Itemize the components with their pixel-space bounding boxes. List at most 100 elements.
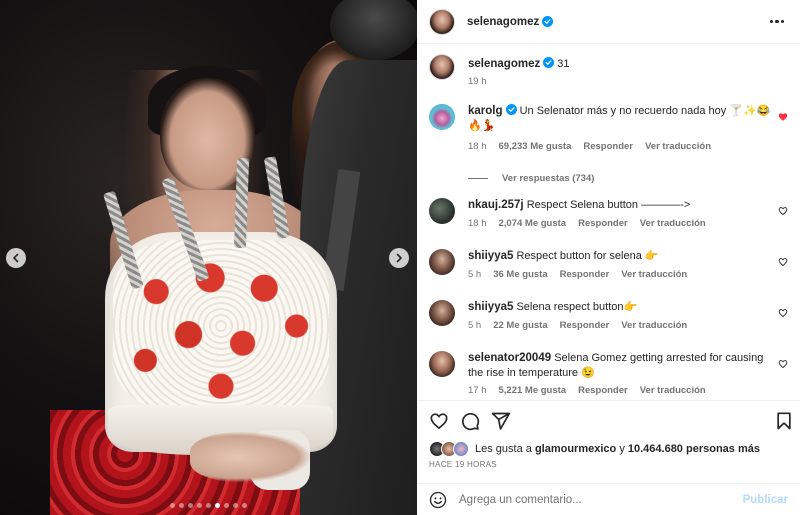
avatar[interactable] bbox=[429, 249, 455, 275]
carousel-dot bbox=[224, 503, 229, 508]
comment-body: selenator20049 Selena Gomez getting arre… bbox=[468, 351, 772, 380]
caption-username[interactable]: selenagomez bbox=[468, 58, 540, 70]
comment-input[interactable] bbox=[459, 493, 743, 506]
comment-body: karolg Un Selenator más y no recuerdo na… bbox=[468, 104, 772, 133]
caption-time: 19 h bbox=[468, 76, 487, 87]
emoji-icon[interactable] bbox=[429, 491, 447, 509]
translate-button[interactable]: Ver traducción bbox=[640, 218, 706, 229]
more-options-button[interactable] bbox=[766, 16, 789, 28]
comment-username[interactable]: nkauj.257j bbox=[468, 199, 524, 211]
verified-badge-icon bbox=[542, 16, 554, 27]
hand bbox=[190, 432, 310, 482]
reply-button[interactable]: Responder bbox=[560, 320, 610, 331]
chevron-right-icon bbox=[396, 253, 402, 263]
heart-outline-icon[interactable] bbox=[778, 359, 788, 369]
liker-avatars bbox=[429, 441, 469, 457]
likes-joiner: y bbox=[619, 443, 625, 455]
comment-text: Respect button for selena 👉 bbox=[516, 250, 659, 262]
post-author-username[interactable]: selenagomez bbox=[467, 16, 539, 28]
reply-button[interactable]: Responder bbox=[578, 218, 628, 229]
comment-likes[interactable]: 5,221 Me gusta bbox=[499, 385, 567, 396]
post-side-panel: selenagomez selenagomez 31 19 h karolg U… bbox=[417, 0, 800, 515]
heart-outline-icon[interactable] bbox=[778, 257, 788, 267]
comment-meta: 18 h 69,233 Me gusta Responder Ver tradu… bbox=[468, 141, 711, 152]
likes-prefix: Les gusta a bbox=[475, 443, 532, 455]
comment-meta: 17 h 5,221 Me gusta Responder Ver traduc… bbox=[468, 385, 706, 396]
carousel-dot-active bbox=[215, 503, 220, 508]
comment-likes[interactable]: 22 Me gusta bbox=[493, 320, 547, 331]
comment-time: 5 h bbox=[468, 269, 482, 280]
comment-body: shiiyya5 Selena respect button👉 bbox=[468, 300, 772, 315]
comments-list: selenagomez 31 19 h karolg Un Selenator … bbox=[417, 44, 800, 400]
comment-username[interactable]: shiiyya5 bbox=[468, 250, 513, 262]
bookmark-icon[interactable] bbox=[774, 411, 794, 431]
comment-time: 18 h bbox=[468, 141, 487, 152]
more-dot bbox=[780, 19, 784, 24]
post-actions bbox=[417, 400, 800, 440]
carousel-dot bbox=[206, 503, 211, 508]
carousel-dot bbox=[170, 503, 175, 508]
heart-filled-icon[interactable] bbox=[778, 112, 788, 122]
comment-body: nkauj.257j Respect Selena button ———–-> bbox=[468, 198, 772, 213]
heart-icon[interactable] bbox=[429, 411, 449, 431]
verified-badge-icon bbox=[543, 57, 555, 68]
comment-time: 5 h bbox=[468, 320, 482, 331]
post-header: selenagomez bbox=[417, 0, 800, 44]
carousel-dot bbox=[197, 503, 202, 508]
comment-likes[interactable]: 69,233 Me gusta bbox=[499, 141, 572, 152]
reply-button[interactable]: Responder bbox=[560, 269, 610, 280]
comment-username[interactable]: selenator20049 bbox=[468, 352, 551, 364]
avatar[interactable] bbox=[429, 8, 455, 35]
carousel-dot bbox=[188, 503, 193, 508]
verified-badge-icon bbox=[505, 104, 517, 115]
translate-button[interactable]: Ver traducción bbox=[621, 269, 687, 280]
more-dot bbox=[769, 19, 773, 24]
likes-summary: Les gusta a glamourmexico y 10.464.680 p… bbox=[429, 441, 760, 457]
view-replies-button[interactable]: Ver respuestas (734) bbox=[468, 173, 594, 184]
more-dot bbox=[775, 19, 779, 24]
comment-time: 18 h bbox=[468, 218, 487, 229]
comment-username[interactable]: karolg bbox=[468, 105, 503, 117]
caption-meta: 19 h bbox=[468, 76, 487, 87]
carousel-dots bbox=[0, 503, 417, 508]
caption-text: 31 bbox=[557, 58, 570, 70]
avatar[interactable] bbox=[429, 198, 455, 224]
comment-time: 17 h bbox=[468, 385, 487, 396]
avatar bbox=[453, 441, 469, 457]
comment-body: shiiyya5 Respect button for selena 👉 bbox=[468, 249, 772, 264]
translate-button[interactable]: Ver traducción bbox=[645, 141, 711, 152]
chevron-left-icon bbox=[13, 253, 19, 263]
comment-icon[interactable] bbox=[460, 411, 480, 431]
likes-count[interactable]: 10.464.680 personas más bbox=[628, 443, 760, 455]
share-icon[interactable] bbox=[491, 411, 511, 431]
comment-likes[interactable]: 2,074 Me gusta bbox=[499, 218, 567, 229]
replies-divider bbox=[468, 178, 488, 179]
reply-button[interactable]: Responder bbox=[583, 141, 633, 152]
carousel-dot bbox=[179, 503, 184, 508]
translate-button[interactable]: Ver traducción bbox=[621, 320, 687, 331]
avatar[interactable] bbox=[429, 351, 455, 377]
carousel-next-button[interactable] bbox=[389, 248, 409, 268]
comment-composer: Publicar bbox=[417, 483, 800, 515]
carousel-dot bbox=[233, 503, 238, 508]
comment-meta: 5 h 22 Me gusta Responder Ver traducción bbox=[468, 320, 687, 331]
liker-username[interactable]: glamourmexico bbox=[535, 443, 616, 455]
avatar[interactable] bbox=[429, 54, 455, 80]
reply-button[interactable]: Responder bbox=[578, 385, 628, 396]
publish-button[interactable]: Publicar bbox=[743, 494, 788, 506]
comment-likes[interactable]: 36 Me gusta bbox=[493, 269, 547, 280]
comment-username[interactable]: shiiyya5 bbox=[468, 301, 513, 313]
avatar[interactable] bbox=[429, 300, 455, 326]
comment-text: Respect Selena button ———–-> bbox=[526, 199, 691, 211]
view-replies-label: Ver respuestas (734) bbox=[502, 173, 595, 184]
caption-body: selenagomez 31 bbox=[468, 57, 772, 72]
post-time-ago[interactable]: HACE 19 HORAS bbox=[429, 460, 497, 469]
carousel-dot bbox=[242, 503, 247, 508]
heart-outline-icon[interactable] bbox=[778, 308, 788, 318]
avatar[interactable] bbox=[429, 104, 455, 130]
carousel-prev-button[interactable] bbox=[6, 248, 26, 268]
heart-outline-icon[interactable] bbox=[778, 206, 788, 216]
comment-meta: 18 h 2,074 Me gusta Responder Ver traduc… bbox=[468, 218, 706, 229]
post-photo bbox=[0, 0, 417, 515]
translate-button[interactable]: Ver traducción bbox=[640, 385, 706, 396]
